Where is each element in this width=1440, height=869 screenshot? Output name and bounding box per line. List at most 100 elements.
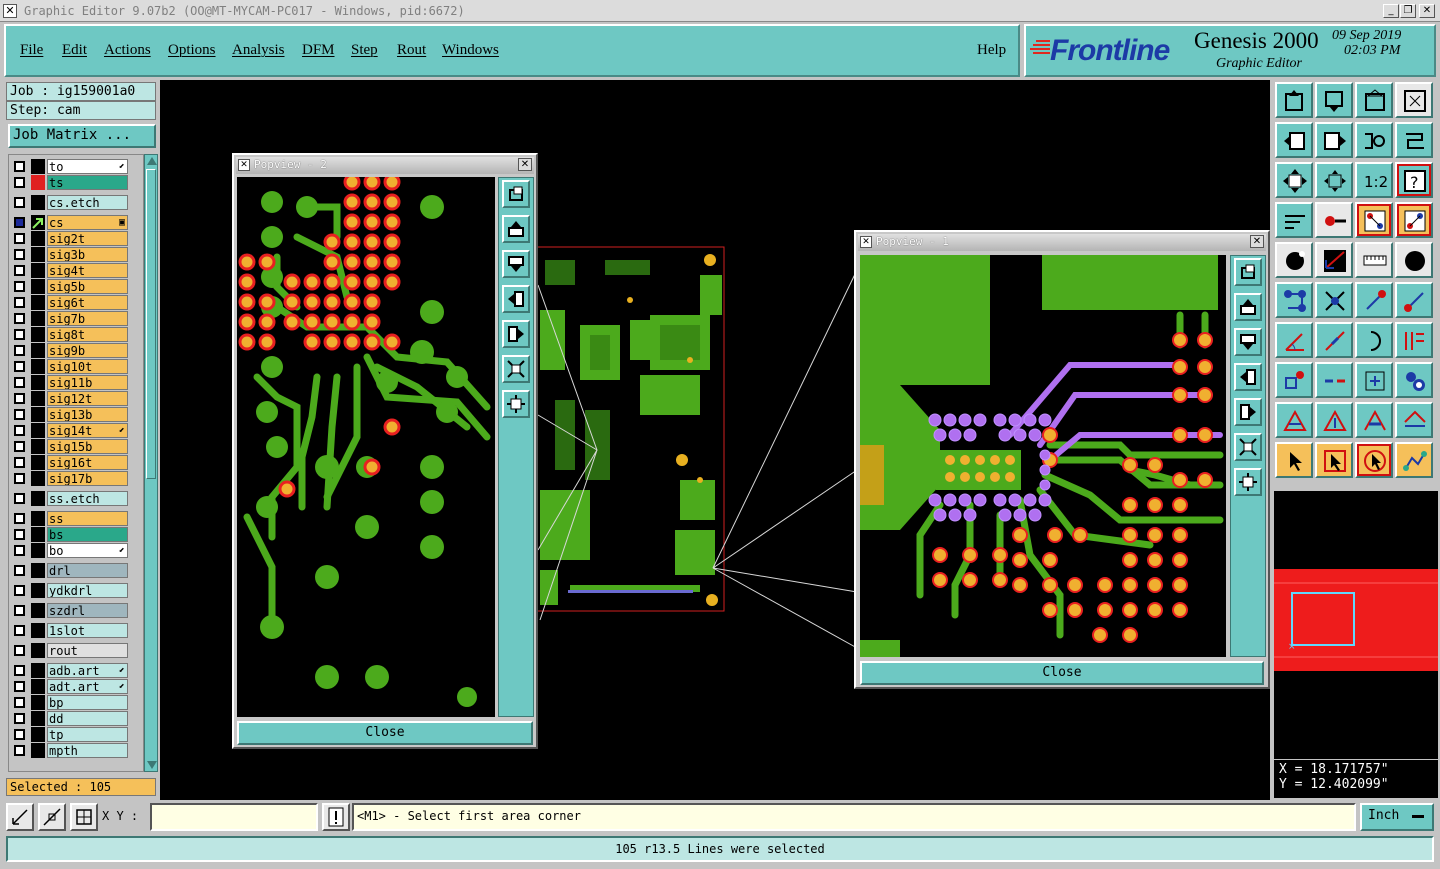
layer-name[interactable]: sig4t <box>47 263 128 278</box>
layer-color-swatch[interactable] <box>31 471 45 486</box>
pan-left-icon[interactable] <box>1275 122 1313 158</box>
layer-color-swatch[interactable] <box>31 663 45 678</box>
line-end-icon[interactable] <box>1395 282 1433 318</box>
layer-color-swatch[interactable] <box>31 679 45 694</box>
layer-name[interactable]: cs ▣ <box>47 215 128 230</box>
zoom-1to2-icon[interactable]: 1:2 <box>1355 162 1393 198</box>
layer-name[interactable]: to ⬋ <box>47 159 128 174</box>
layer-name[interactable]: bo ⬋ <box>47 543 128 558</box>
layer-color-swatch[interactable] <box>31 195 45 210</box>
net-show-icon[interactable] <box>1355 202 1393 238</box>
layer-checkbox[interactable] <box>14 281 25 292</box>
layer-name[interactable]: sig10t <box>47 359 128 374</box>
layer-row[interactable]: ts <box>11 175 131 190</box>
layer-checkbox[interactable] <box>14 745 25 756</box>
layer-row[interactable]: sig8t <box>11 327 131 342</box>
layer-name[interactable]: tp <box>47 727 128 742</box>
layer-name[interactable]: sig9b <box>47 343 128 358</box>
layer-name[interactable]: sig7b <box>47 311 128 326</box>
layer-name[interactable]: sig14t ⬋ <box>47 423 128 438</box>
layer-row[interactable]: bo ⬋ <box>11 543 131 558</box>
menu-analysis[interactable]: Analysis <box>232 42 285 59</box>
layer-checkbox[interactable] <box>14 217 25 228</box>
pv1-pan-right-icon[interactable] <box>1234 398 1262 426</box>
offset-icon[interactable] <box>1395 322 1433 358</box>
pv2-pan-left-icon[interactable] <box>502 285 530 313</box>
menu-dfm[interactable]: DFM <box>302 42 335 59</box>
layer-checkbox[interactable] <box>14 645 25 656</box>
menu-edit[interactable]: Edit <box>62 42 87 59</box>
scroll-thumb[interactable] <box>146 169 156 479</box>
layer-row[interactable]: dd <box>11 711 131 726</box>
layer-color-swatch[interactable] <box>31 375 45 390</box>
layer-checkbox[interactable] <box>14 313 25 324</box>
layer-name[interactable]: drl <box>47 563 128 578</box>
probe-icon[interactable] <box>1315 202 1353 238</box>
snap-grid-icon[interactable] <box>6 803 34 831</box>
layer-color-swatch[interactable] <box>31 491 45 506</box>
layer-checkbox[interactable] <box>14 297 25 308</box>
layer-checkbox[interactable] <box>14 265 25 276</box>
snap-intersect-icon[interactable] <box>70 803 98 831</box>
snap-center-icon[interactable] <box>38 803 66 831</box>
zoom-fit-icon[interactable] <box>1275 162 1313 198</box>
layer-checkbox[interactable] <box>14 545 25 556</box>
slope-icon[interactable] <box>1315 322 1353 358</box>
layer-row[interactable]: cs.etch <box>11 195 131 210</box>
layer-color-swatch[interactable] <box>31 407 45 422</box>
layer-color-swatch[interactable] <box>31 231 45 246</box>
layer-row[interactable]: tp <box>11 727 131 742</box>
layer-color-swatch[interactable] <box>31 623 45 638</box>
layer-checkbox[interactable] <box>14 729 25 740</box>
zoom-window-icon[interactable] <box>1315 82 1353 118</box>
layer-color-swatch[interactable] <box>31 215 45 230</box>
layer-name[interactable]: sig2t <box>47 231 128 246</box>
layer-name[interactable]: sig11b <box>47 375 128 390</box>
layer-checkbox[interactable] <box>14 605 25 616</box>
layer-row[interactable]: bp <box>11 695 131 710</box>
layer-row[interactable]: sig16t <box>11 455 131 470</box>
layer-row[interactable]: cs ▣ <box>11 215 131 230</box>
layer-checkbox[interactable] <box>14 625 25 636</box>
layer-row[interactable]: to ⬋ <box>11 159 131 174</box>
surface-add-icon[interactable] <box>1275 402 1313 438</box>
menu-rout[interactable]: Rout <box>397 42 426 59</box>
help-icon[interactable]: ? <box>1395 162 1433 198</box>
minimize-button[interactable]: _ <box>1383 4 1399 18</box>
pv2-zoom-home-icon[interactable] <box>502 180 530 208</box>
menu-step[interactable]: Step <box>351 42 378 59</box>
layer-checkbox[interactable] <box>14 513 25 524</box>
layer-checkbox[interactable] <box>14 329 25 340</box>
layer-row[interactable]: adb.art ⬋ <box>11 663 131 678</box>
move-pad-icon[interactable] <box>1275 362 1313 398</box>
layer-row[interactable]: ydkdrl <box>11 583 131 598</box>
layer-color-swatch[interactable] <box>31 583 45 598</box>
layer-name[interactable]: sig12t <box>47 391 128 406</box>
pv1-zoom-out-icon[interactable] <box>1234 468 1262 496</box>
ruler-icon[interactable] <box>1355 242 1393 278</box>
menu-windows[interactable]: Windows <box>442 42 499 59</box>
layer-color-swatch[interactable] <box>31 563 45 578</box>
circle-pad-icon[interactable] <box>1395 242 1433 278</box>
layer-color-swatch[interactable] <box>31 423 45 438</box>
layer-row[interactable]: sig6t <box>11 295 131 310</box>
layer-row[interactable]: sig3b <box>11 247 131 262</box>
layer-checkbox[interactable] <box>14 393 25 404</box>
cross-snap-icon[interactable] <box>1315 282 1353 318</box>
alert-icon[interactable] <box>322 803 350 831</box>
layer-row[interactable]: sig9b <box>11 343 131 358</box>
line-node-icon[interactable] <box>1355 282 1393 318</box>
measure-icon[interactable] <box>1275 202 1313 238</box>
layer-color-swatch[interactable] <box>31 359 45 374</box>
layer-name[interactable]: dd <box>47 711 128 726</box>
layer-color-swatch[interactable] <box>31 263 45 278</box>
layer-color-swatch[interactable] <box>31 391 45 406</box>
connect-icon[interactable] <box>1275 282 1313 318</box>
popview-1-close-x[interactable]: ✕ <box>1250 235 1264 248</box>
layer-checkbox[interactable] <box>14 713 25 724</box>
layer-row[interactable]: sig11b <box>11 375 131 390</box>
select-box-icon[interactable] <box>1315 442 1353 478</box>
arc-icon[interactable] <box>1355 322 1393 358</box>
menu-file[interactable]: File <box>20 42 43 59</box>
layer-row[interactable]: sig5b <box>11 279 131 294</box>
